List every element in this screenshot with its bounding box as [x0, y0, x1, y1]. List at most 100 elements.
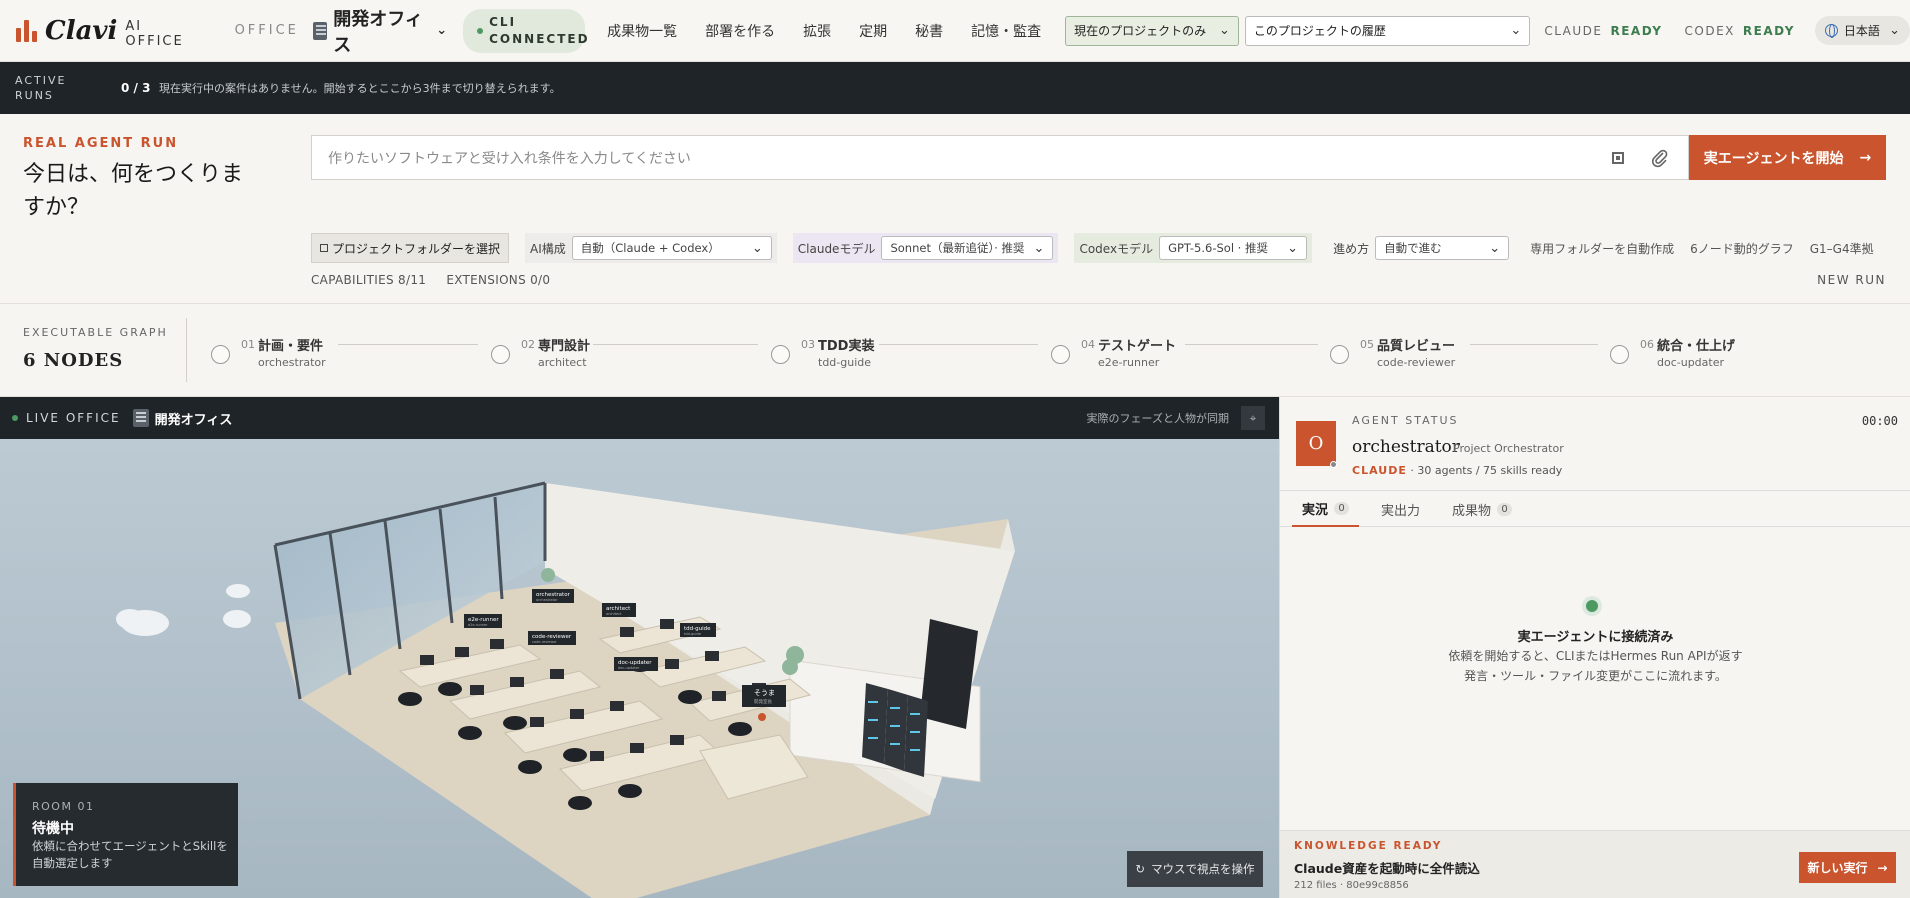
node-name: 品質レビュー: [1377, 339, 1456, 354]
nav-memory-audit[interactable]: 記憶・監査: [971, 21, 1041, 41]
node-agent: e2e-runner: [1098, 356, 1160, 369]
connected-description: 依頼を開始すると、CLIまたはHermes Run APIが返す 発言・ツール・…: [1280, 646, 1910, 686]
agent-tag-role: architect: [606, 612, 622, 616]
square-icon[interactable]: [1612, 151, 1624, 164]
cli-status-badge: CLI CONNECTED: [463, 8, 590, 53]
room-label: ROOM 01: [32, 800, 95, 813]
agent-status-label: AGENT STATUS: [1352, 414, 1459, 427]
graph-node[interactable]: 01 計画・要件 orchestrator: [211, 334, 481, 374]
agent-tag-role: doc-updater: [618, 666, 640, 670]
claude-model-group: Claudeモデル Sonnet（最新追従）· 推奨 ⌄: [792, 233, 1059, 263]
progress-mode-label: 進め方: [1333, 241, 1370, 256]
extensions-count[interactable]: EXTENSIONS 0/0: [446, 273, 550, 287]
agent-tabs: 実況 0 実出力 成果物 0: [1280, 490, 1910, 527]
tab-deliverables[interactable]: 成果物 0: [1442, 491, 1522, 527]
agent-tag-role: tdd-guide: [684, 632, 701, 636]
active-runs-bar: ACTIVE RUNS 0 / 3 現在実行中の案件はありません。開始するとここ…: [0, 62, 1910, 114]
codex-model-label: Codexモデル: [1079, 241, 1154, 256]
agent-role: Project Orchestrator: [1453, 442, 1564, 455]
chevron-down-icon: ⌄: [1033, 240, 1045, 256]
building-icon: [132, 409, 149, 427]
node-number: 05: [1360, 338, 1374, 351]
graph-node[interactable]: 03 TDD実装 tdd-guide: [771, 334, 1041, 374]
chevron-down-icon: ⌄: [1489, 240, 1501, 256]
status-dot-icon: [477, 27, 484, 34]
new-execution-label: 新しい実行: [1807, 861, 1868, 875]
nav-extensions[interactable]: 拡張: [803, 21, 831, 41]
prompt-input[interactable]: 作りたいソフトウェアと受け入れ条件を入力してください: [311, 135, 1689, 180]
node-status-icon: [1051, 345, 1070, 364]
progress-mode-value: 自動で進む: [1384, 241, 1442, 255]
codex-status-value: READY: [1742, 23, 1795, 38]
node-name: TDD実装: [818, 339, 875, 354]
crosshair-icon[interactable]: ⌖: [1241, 406, 1265, 430]
tab-live[interactable]: 実況 0: [1292, 491, 1360, 527]
agent-tag[interactable]: そうま 開発室長: [742, 685, 786, 707]
node-agent: doc-updater: [1657, 356, 1725, 369]
select-folder-button[interactable]: プロジェクトフォルダーを選択: [311, 233, 510, 263]
select-folder-label: プロジェクトフォルダーを選択: [332, 241, 501, 256]
project-filter-select[interactable]: 現在のプロジェクトのみ ⌄: [1065, 15, 1239, 46]
language-selector[interactable]: 日本語 ⌄: [1814, 16, 1910, 45]
logo-bars-icon: [16, 19, 37, 42]
node-status-icon: [211, 345, 230, 364]
language-value: 日本語: [1843, 24, 1880, 38]
node-name: 専門設計: [538, 339, 591, 354]
nav-secretary[interactable]: 秘書: [915, 21, 943, 41]
office-selector[interactable]: 開発オフィス ⌄: [312, 5, 448, 57]
agent-tag-role: 開発室長: [754, 698, 772, 705]
ai-config-select[interactable]: 自動（Claude + Codex） ⌄: [571, 236, 772, 260]
nav-scheduled[interactable]: 定期: [859, 21, 887, 41]
live-office-name: 開発オフィス: [132, 409, 232, 428]
history-select[interactable]: このプロジェクトの履歴 ⌄: [1244, 15, 1531, 46]
app-logo[interactable]: Clavi AI OFFICE: [16, 12, 191, 49]
tab-deliverables-label: 成果物: [1452, 503, 1492, 519]
live-dot-icon: [12, 415, 18, 421]
codex-model-select[interactable]: GPT-5.6-Sol · 推奨 ⌄: [1159, 236, 1308, 260]
agent-tag[interactable]: doc-updater doc-updater: [614, 657, 658, 671]
project-filter-value: 現在のプロジェクトのみ: [1074, 24, 1207, 38]
tab-output[interactable]: 実出力: [1371, 491, 1430, 527]
graph-node[interactable]: 04 テストゲート e2e-runner: [1051, 334, 1321, 374]
room-status-card: ROOM 01 待機中 依頼に合わせてエージェントとSkillを自動選定します: [13, 783, 238, 886]
agent-tag[interactable]: architect architect: [602, 603, 636, 617]
chevron-down-icon: ⌄: [436, 23, 448, 38]
live-office-header: LIVE OFFICE 開発オフィス 実際のフェーズと人物が同期 ⌖: [0, 397, 1279, 439]
run-controls: プロジェクトフォルダーを選択 AI構成 自動（Claude + Codex） ⌄…: [311, 233, 1874, 263]
graph-label: EXECUTABLE GRAPH: [23, 326, 168, 339]
ai-config-label: AI構成: [530, 241, 566, 256]
claude-model-select[interactable]: Sonnet（最新追従）· 推奨 ⌄: [881, 236, 1054, 260]
codex-model-value: GPT-5.6-Sol · 推奨: [1168, 241, 1268, 255]
agent-tag[interactable]: code-reviewer code-reviewer: [528, 631, 576, 645]
node-status-icon: [491, 345, 510, 364]
graph-node[interactable]: 05 品質レビュー code-reviewer: [1330, 334, 1600, 374]
executable-graph: EXECUTABLE GRAPH 6 NODES 01 計画・要件 orches…: [0, 304, 1910, 397]
agent-tag[interactable]: e2e-runner e2e-runner: [464, 614, 502, 628]
agent-name: orchestrator: [1352, 437, 1460, 457]
new-execution-button[interactable]: 新しい実行 →: [1799, 852, 1896, 883]
agent-tag-role: code-reviewer: [532, 640, 557, 644]
new-run-link[interactable]: NEW RUN: [1817, 273, 1886, 287]
node-agent: tdd-guide: [818, 356, 872, 369]
paperclip-icon[interactable]: [1650, 148, 1670, 168]
arrow-right-icon: →: [1859, 149, 1872, 166]
cli-status-text: CLI CONNECTED: [489, 14, 590, 46]
nav-create-department[interactable]: 部署を作る: [705, 21, 775, 41]
graph-node[interactable]: 02 専門設計 architect: [491, 334, 761, 374]
start-agent-button[interactable]: 実エージェントを開始 →: [1689, 135, 1886, 180]
mouse-view-button[interactable]: ↻ マウスで視点を操作: [1127, 851, 1263, 887]
avatar-status-dot-icon: [1330, 461, 1337, 468]
capabilities-count[interactable]: CAPABILITIES 8/11: [311, 273, 426, 287]
node-number: 04: [1081, 338, 1095, 351]
connected-dot-icon: [1586, 600, 1598, 612]
graph-node[interactable]: 06 統合・仕上げ doc-updater: [1610, 334, 1810, 374]
codex-status: CODEX READY: [1685, 24, 1795, 38]
progress-mode-select[interactable]: 自動で進む ⌄: [1375, 236, 1510, 260]
office-name: 開発オフィス: [333, 8, 423, 56]
nav-deliverables[interactable]: 成果物一覧: [607, 21, 677, 41]
node-name: テストゲート: [1098, 339, 1177, 354]
active-runs-count: 0 / 3: [121, 81, 151, 95]
agent-tag[interactable]: orchestrator orchestrator: [532, 589, 574, 603]
agent-tag[interactable]: tdd-guide tdd-guide: [680, 623, 716, 637]
knowledge-label: KNOWLEDGE READY: [1294, 840, 1443, 852]
